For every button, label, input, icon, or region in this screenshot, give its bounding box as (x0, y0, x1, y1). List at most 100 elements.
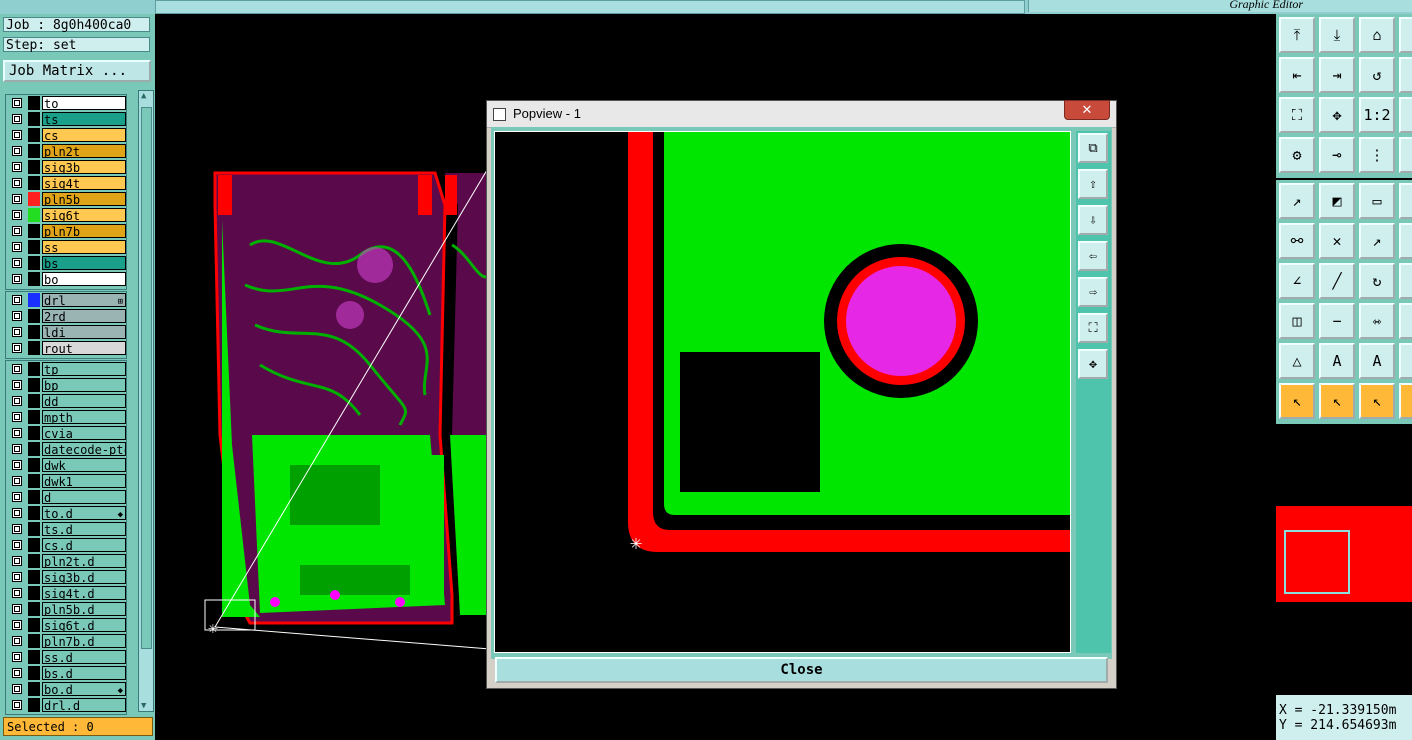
layer-color-swatch[interactable] (28, 293, 40, 307)
layer-row[interactable]: rout (6, 340, 126, 356)
layer-row[interactable]: to.d ◆ (6, 505, 126, 521)
layer-row[interactable]: ss.d (6, 649, 126, 665)
layer-name[interactable]: pln2t (42, 144, 126, 158)
scroll-up-icon[interactable]: ▲ (141, 91, 146, 101)
scroll-thumb[interactable] (141, 107, 152, 649)
pointer-icon[interactable]: ↖ (1279, 383, 1315, 419)
layer-row[interactable]: pln2t.d (6, 553, 126, 569)
layer-color-swatch[interactable] (28, 224, 40, 238)
layer-color-swatch[interactable] (28, 378, 40, 392)
layer-checkbox[interactable] (12, 311, 22, 321)
layer-row[interactable]: cs.d (6, 537, 126, 553)
pan-right-icon[interactable]: ⇨ (1078, 277, 1108, 307)
triangle-a-icon[interactable]: A (1319, 343, 1355, 379)
ruler-icon[interactable]: ▭ (1359, 183, 1395, 219)
layer-name[interactable]: pln7b.d (42, 634, 126, 648)
layer-name[interactable]: dwk1 (42, 474, 126, 488)
layer-checkbox[interactable] (12, 130, 22, 140)
layer-color-swatch[interactable] (28, 410, 40, 424)
page-up-icon[interactable]: ⤒ (1279, 17, 1315, 53)
layer-checkbox[interactable] (12, 620, 22, 630)
layer-checkbox[interactable] (12, 444, 22, 454)
layer-name[interactable]: cs.d (42, 538, 126, 552)
layer-row[interactable]: sig3b (6, 159, 126, 175)
popview-canvas[interactable]: ✳ (494, 131, 1071, 653)
layer-color-swatch[interactable] (28, 128, 40, 142)
layer-row[interactable]: sig3b.d (6, 569, 126, 585)
layer-row[interactable]: drl.d (6, 697, 126, 713)
fit-icon[interactable]: ⛶ (1279, 97, 1315, 133)
home-icon[interactable]: ⌂ (1359, 17, 1395, 53)
layer-row[interactable]: dwk (6, 457, 126, 473)
layer-checkbox[interactable] (12, 508, 22, 518)
layer-name[interactable]: pln7b (42, 224, 126, 238)
layer-color-swatch[interactable] (28, 192, 40, 206)
layer-color-swatch[interactable] (28, 96, 40, 110)
layer-color-swatch[interactable] (28, 394, 40, 408)
net-icon[interactable]: ⋮ (1359, 137, 1395, 173)
layer-row[interactable]: datecode-ptc (6, 441, 126, 457)
pointer-circle-icon[interactable]: ↖ (1359, 383, 1395, 419)
minus-icon[interactable]: − (1319, 303, 1355, 339)
layer-name[interactable]: ldi (42, 325, 126, 339)
layer-color-swatch[interactable] (28, 538, 40, 552)
layer-color-swatch[interactable] (28, 490, 40, 504)
layer-row[interactable]: bo.d ◆ (6, 681, 126, 697)
layer-name[interactable]: sig3b.d (42, 570, 126, 584)
layer-name[interactable]: sig4t (42, 176, 126, 190)
layer-checkbox[interactable] (12, 668, 22, 678)
layer-name[interactable]: ss.d (42, 650, 126, 664)
layer-color-swatch[interactable] (28, 426, 40, 440)
layer-name[interactable]: 2rd (42, 309, 126, 323)
layer-checkbox[interactable] (12, 652, 22, 662)
layer-name[interactable]: ts (42, 112, 126, 126)
layer-row[interactable]: tp (6, 361, 126, 377)
layer-name[interactable]: sig3b (42, 160, 126, 174)
layer-color-swatch[interactable] (28, 634, 40, 648)
layer-color-swatch[interactable] (28, 362, 40, 376)
layer-color-swatch[interactable] (28, 682, 40, 696)
edge-icon[interactable]: ▯ (1399, 57, 1412, 93)
layer-color-swatch[interactable] (28, 272, 40, 286)
draw-point-icon[interactable]: ↗ (1359, 223, 1395, 259)
layer-row[interactable]: bo (6, 271, 126, 287)
layer-row[interactable]: ts (6, 111, 126, 127)
scale-1-2-icon[interactable]: 1:2 (1359, 97, 1395, 133)
layer-checkbox[interactable] (12, 258, 22, 268)
layer-checkbox[interactable] (12, 380, 22, 390)
layer-color-swatch[interactable] (28, 160, 40, 174)
layer-name[interactable]: to (42, 96, 126, 110)
edge-icon[interactable]: ▯ (1399, 183, 1412, 219)
layer-checkbox[interactable] (12, 114, 22, 124)
triangle-icon[interactable]: △ (1279, 343, 1315, 379)
layer-name[interactable]: pln2t.d (42, 554, 126, 568)
layer-name[interactable]: ss (42, 240, 126, 254)
layer-checkbox[interactable] (12, 700, 22, 710)
layer-name[interactable]: datecode-ptc (42, 442, 126, 456)
layer-name[interactable]: mpth (42, 410, 126, 424)
layer-name[interactable]: ts.d (42, 522, 126, 536)
connect-icon[interactable]: ⚯ (1279, 223, 1315, 259)
layer-name[interactable]: to.d ◆ (42, 506, 126, 520)
layer-checkbox[interactable] (12, 396, 22, 406)
layer-color-swatch[interactable] (28, 442, 40, 456)
layer-name[interactable]: sig4t.d (42, 586, 126, 600)
layer-name[interactable]: bs (42, 256, 126, 270)
fit-icon[interactable]: ⛶ (1078, 313, 1108, 343)
layer-row[interactable]: d (6, 489, 126, 505)
edge-icon[interactable]: ▯ (1399, 17, 1412, 53)
layer-color-swatch[interactable] (28, 554, 40, 568)
layer-checkbox[interactable] (12, 412, 22, 422)
layer-row[interactable]: sig4t.d (6, 585, 126, 601)
angle-icon[interactable]: ∠ (1279, 263, 1315, 299)
layer-row[interactable]: bs.d (6, 665, 126, 681)
layer-color-swatch[interactable] (28, 144, 40, 158)
layer-color-swatch[interactable] (28, 650, 40, 664)
layer-row[interactable]: ldi (6, 324, 126, 340)
rotate-icon[interactable]: ↻ (1359, 263, 1395, 299)
layer-row[interactable]: sig6t (6, 207, 126, 223)
line-icon[interactable]: ╱ (1319, 263, 1355, 299)
layer-name[interactable]: bs.d (42, 666, 126, 680)
layer-color-swatch[interactable] (28, 474, 40, 488)
layer-checkbox[interactable] (12, 572, 22, 582)
